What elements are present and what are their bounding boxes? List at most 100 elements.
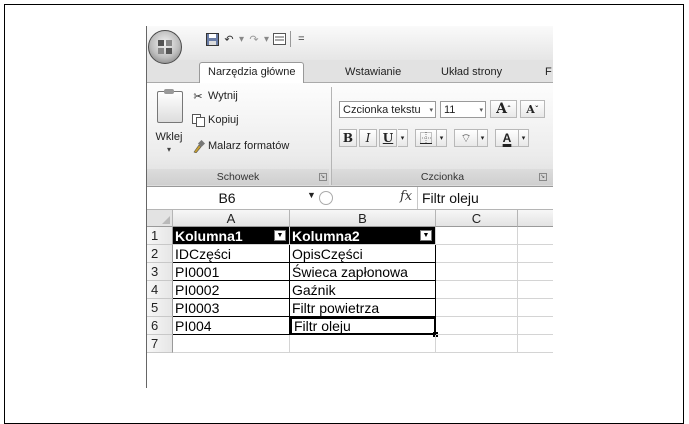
cut-label: Wytnij bbox=[208, 90, 238, 102]
copy-button[interactable]: Kopiuj bbox=[191, 113, 239, 127]
form-icon[interactable] bbox=[272, 32, 286, 46]
cell[interactable] bbox=[518, 281, 553, 299]
worksheet-grid: A B C D 1 Kolumna1 ▼ Kolumna2 ▼ 2 IDCzęś… bbox=[147, 210, 553, 388]
grow-font-button[interactable]: Aˆ bbox=[490, 100, 517, 118]
paste-dropdown-icon[interactable]: ▾ bbox=[151, 145, 187, 154]
cell[interactable] bbox=[518, 263, 553, 281]
table-header-label: Kolumna2 bbox=[292, 228, 360, 244]
redo-icon[interactable]: ↷ bbox=[247, 32, 261, 46]
cell[interactable] bbox=[518, 299, 553, 317]
cell[interactable] bbox=[518, 227, 553, 245]
paste-label: Wklej bbox=[155, 131, 183, 143]
format-painter-label: Malarz formatów bbox=[208, 140, 290, 152]
italic-button[interactable]: I bbox=[359, 129, 377, 147]
tab-formulas[interactable]: F bbox=[545, 63, 552, 82]
cell[interactable] bbox=[436, 227, 518, 245]
undo-icon[interactable]: ↶ bbox=[222, 32, 236, 46]
bold-button[interactable]: B bbox=[339, 129, 357, 147]
font-name-box[interactable]: Czcionka tekstu ▾ bbox=[339, 101, 436, 118]
brush-icon bbox=[191, 139, 205, 153]
underline-button[interactable]: U bbox=[379, 129, 397, 147]
font-size-box[interactable]: 11 ▾ bbox=[440, 101, 486, 118]
cell[interactable] bbox=[518, 245, 553, 263]
table-cell[interactable]: Filtr powietrza bbox=[290, 299, 436, 317]
borders-dropdown-icon[interactable]: ▾ bbox=[437, 129, 447, 147]
insert-function-icon[interactable]: fx bbox=[400, 189, 412, 204]
font-name-dropdown-icon[interactable]: ▾ bbox=[429, 102, 433, 117]
clipboard-launcher-icon[interactable]: ↘ bbox=[319, 173, 327, 181]
cell[interactable] bbox=[436, 317, 518, 335]
copy-label: Kopiuj bbox=[208, 114, 239, 126]
formula-input[interactable]: Filtr oleju bbox=[422, 188, 479, 208]
column-header-b[interactable]: B bbox=[290, 210, 436, 227]
excel-window: ↶ ▾ ↷ ▾ = Narzędzia główne Wstawianie Uk… bbox=[146, 26, 553, 388]
font-color-button[interactable]: A bbox=[495, 129, 519, 147]
shrink-font-icon: A bbox=[526, 102, 535, 116]
column-header-c[interactable]: C bbox=[436, 210, 518, 227]
tab-home[interactable]: Narzędzia główne bbox=[199, 62, 305, 83]
table-cell[interactable]: OpisCzęści bbox=[290, 245, 436, 263]
font-color-dropdown-icon[interactable]: ▾ bbox=[519, 129, 529, 147]
save-icon[interactable] bbox=[205, 32, 219, 46]
table-cell[interactable]: IDCzęści bbox=[173, 245, 290, 263]
tab-insert[interactable]: Wstawianie bbox=[345, 63, 401, 82]
font-launcher-icon[interactable]: ↘ bbox=[539, 173, 547, 181]
row-header[interactable]: 2 bbox=[147, 245, 173, 263]
table-cell[interactable]: PI0003 bbox=[173, 299, 290, 317]
cell[interactable] bbox=[436, 245, 518, 263]
borders-icon bbox=[420, 132, 432, 144]
font-size-value: 11 bbox=[444, 104, 456, 116]
formula-bar: B6 ▼ fx Filtr oleju bbox=[147, 187, 553, 210]
table-cell[interactable]: Świeca zapłonowa bbox=[290, 263, 436, 281]
cell[interactable] bbox=[290, 335, 436, 353]
font-size-dropdown-icon[interactable]: ▾ bbox=[479, 102, 483, 117]
office-button[interactable] bbox=[148, 30, 182, 64]
cell[interactable] bbox=[518, 317, 553, 335]
table-cell[interactable]: PI0002 bbox=[173, 281, 290, 299]
cell[interactable] bbox=[436, 281, 518, 299]
borders-button[interactable] bbox=[415, 129, 437, 147]
underline-dropdown-icon[interactable]: ▾ bbox=[398, 129, 408, 147]
format-painter-button[interactable]: Malarz formatów bbox=[191, 139, 289, 153]
redo-dropdown-icon[interactable]: ▾ bbox=[264, 34, 269, 45]
undo-dropdown-icon[interactable]: ▾ bbox=[239, 34, 244, 45]
selected-cell[interactable]: Filtr oleju bbox=[290, 317, 436, 335]
table-header-cell[interactable]: Kolumna1 ▼ bbox=[173, 227, 290, 245]
table-header-cell[interactable]: Kolumna2 ▼ bbox=[290, 227, 436, 245]
cell[interactable] bbox=[518, 335, 553, 353]
name-box-dropdown-icon[interactable]: ▼ bbox=[307, 190, 316, 200]
select-all-button[interactable] bbox=[147, 210, 173, 227]
cell[interactable] bbox=[436, 299, 518, 317]
cell[interactable] bbox=[173, 335, 290, 353]
qat-divider bbox=[290, 31, 292, 47]
row-header[interactable]: 1 bbox=[147, 227, 173, 245]
scissors-icon: ✂ bbox=[193, 90, 203, 103]
paste-button[interactable]: Wklej ▾ bbox=[151, 89, 187, 167]
filter-dropdown-icon[interactable]: ▼ bbox=[274, 230, 286, 241]
fill-color-dropdown-icon[interactable]: ▾ bbox=[478, 129, 488, 147]
name-box[interactable]: B6 bbox=[147, 188, 307, 208]
filter-dropdown-icon[interactable]: ▼ bbox=[420, 230, 432, 241]
table-cell[interactable]: PI004 bbox=[173, 317, 290, 335]
tab-page-layout[interactable]: Układ strony bbox=[441, 63, 502, 82]
row-header[interactable]: 4 bbox=[147, 281, 173, 299]
ribbon-home: Wklej ▾ ✂ Wytnij Kopiuj Malarz formatów … bbox=[147, 83, 553, 187]
row-header[interactable]: 7 bbox=[147, 335, 173, 353]
row-header[interactable]: 6 bbox=[147, 317, 173, 335]
title-bar: ↶ ▾ ↷ ▾ = bbox=[147, 26, 553, 64]
cell[interactable] bbox=[436, 263, 518, 281]
font-name-value: Czcionka tekstu bbox=[343, 104, 421, 116]
column-header-d[interactable]: D bbox=[518, 210, 553, 227]
table-cell[interactable]: PI0001 bbox=[173, 263, 290, 281]
table-cell[interactable]: Gaźnik bbox=[290, 281, 436, 299]
cell[interactable] bbox=[436, 335, 518, 353]
shrink-font-button[interactable]: Aˇ bbox=[520, 100, 545, 118]
customize-qat-icon[interactable]: = bbox=[298, 33, 304, 45]
row-header[interactable]: 3 bbox=[147, 263, 173, 281]
cut-button[interactable]: ✂ Wytnij bbox=[191, 89, 238, 103]
column-header-a[interactable]: A bbox=[173, 210, 290, 227]
quick-access-toolbar: ↶ ▾ ↷ ▾ = bbox=[205, 30, 305, 48]
row-header[interactable]: 5 bbox=[147, 299, 173, 317]
fill-color-button[interactable]: ⌔ bbox=[454, 129, 478, 147]
paint-bucket-icon: ⌔ bbox=[460, 130, 472, 145]
